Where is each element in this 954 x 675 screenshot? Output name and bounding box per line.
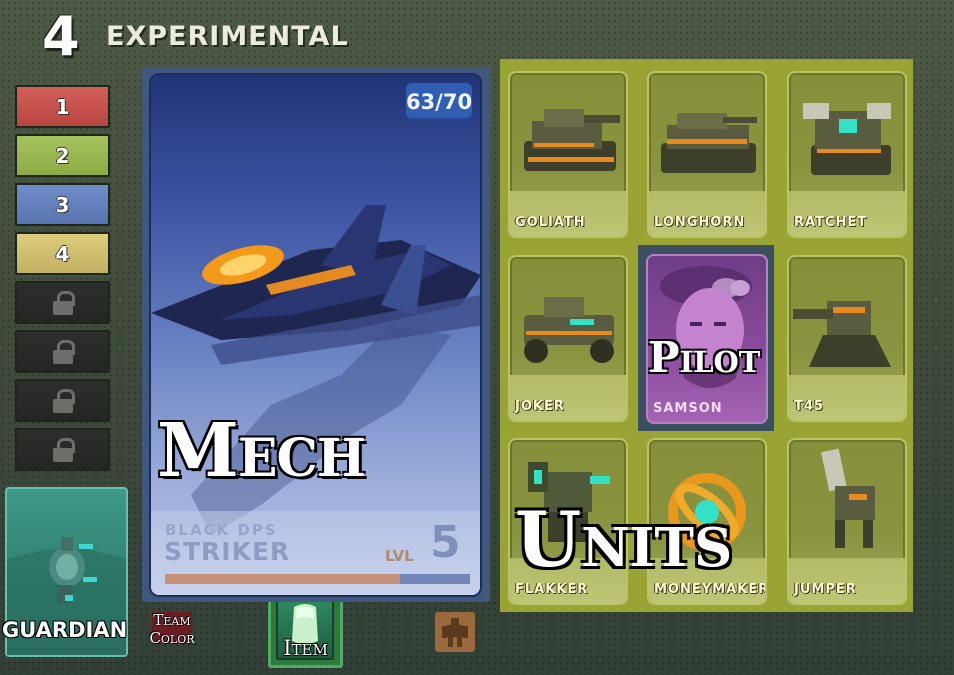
goliath-tank-icon xyxy=(524,109,620,171)
unit-name: SAMSON xyxy=(653,401,723,416)
unit-card-longhorn[interactable]: LONGHORN xyxy=(647,71,767,238)
level-value: 5 xyxy=(430,517,461,568)
team-color-label-line1: Team xyxy=(153,611,191,629)
unit-name: MONEYMAKER xyxy=(654,582,767,597)
deck-number: 4 xyxy=(42,5,80,68)
card-count-badge: 63/70 xyxy=(406,83,472,120)
deck-slot-locked[interactable] xyxy=(15,281,110,324)
lock-icon xyxy=(52,437,75,462)
deck-slot-4[interactable]: 4 xyxy=(15,232,110,275)
unit-name: RATCHET xyxy=(794,215,868,230)
unit-card-joker[interactable]: JOKER xyxy=(508,255,628,422)
deck-slot-2[interactable]: 2 xyxy=(15,134,110,177)
deck-slot-label: 4 xyxy=(55,241,70,266)
unit-card-goliath[interactable]: GOLIATH xyxy=(508,71,628,238)
lock-icon xyxy=(52,290,75,315)
unit-name: GOLIATH xyxy=(515,215,586,230)
deck-slot-locked[interactable] xyxy=(15,379,110,422)
t45-turret-icon xyxy=(793,301,891,367)
unit-name: T45 xyxy=(794,399,824,414)
jumper-mech-icon xyxy=(821,448,875,548)
unit-name: JOKER xyxy=(515,399,565,414)
unit-name: JUMPER xyxy=(794,582,857,597)
xp-bar xyxy=(165,574,470,584)
mech-overlay-label: Mech xyxy=(157,408,366,494)
item-label: Item xyxy=(283,636,328,660)
mech-name: STRIKER xyxy=(164,537,291,566)
unit-card-t45[interactable]: T45 xyxy=(787,255,907,422)
deck-slot-1[interactable]: 1 xyxy=(15,85,110,128)
deck-slot-label: 3 xyxy=(55,192,70,217)
deck-slot-locked[interactable] xyxy=(15,428,110,471)
ratchet-mech-icon xyxy=(803,103,891,175)
lock-icon xyxy=(52,339,75,364)
guardian-label: GUARDIAN xyxy=(2,618,128,642)
deck-slot-3[interactable]: 3 xyxy=(15,183,110,226)
lock-icon xyxy=(52,388,75,413)
xp-bar-fill xyxy=(165,574,400,584)
pilot-overlay-label: Pilot xyxy=(648,333,761,382)
mech-silhouette-icon[interactable] xyxy=(435,612,475,652)
unit-card-ratchet[interactable]: RATCHET xyxy=(787,71,907,238)
unit-name: FLAKKER xyxy=(515,582,589,597)
unit-card-jumper[interactable]: JUMPER xyxy=(787,438,907,605)
level-label: LVL xyxy=(385,547,414,565)
units-overlay-label: Units xyxy=(515,495,733,584)
team-color-label-line2: Color xyxy=(149,629,195,647)
deck-title: EXPERIMENTAL xyxy=(106,21,349,52)
deck-slot-label: 2 xyxy=(55,143,70,168)
deck-slot-locked[interactable] xyxy=(15,330,110,373)
longhorn-tank-icon xyxy=(661,113,757,173)
unit-name: LONGHORN xyxy=(654,215,746,230)
deck-slot-label: 1 xyxy=(55,94,70,119)
team-color-button[interactable]: Team Color xyxy=(146,611,198,647)
joker-buggy-icon xyxy=(524,297,614,363)
